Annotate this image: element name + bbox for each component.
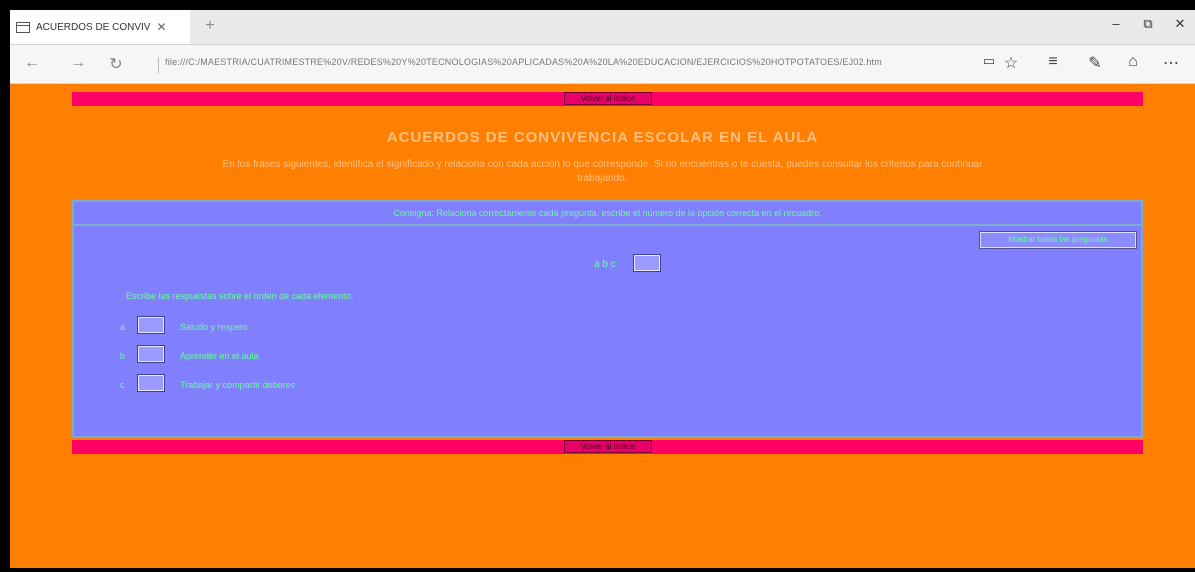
back-to-index-button-bottom[interactable]: Volver al índice bbox=[564, 440, 652, 453]
page-title: ACUERDOS DE CONVIVENCIA ESCOLAR EN EL AU… bbox=[386, 129, 819, 146]
show-all-button[interactable]: Mostrar todas las preguntas bbox=[979, 231, 1137, 249]
web-note-icon[interactable]: ✎ bbox=[1084, 53, 1106, 73]
option-text: Trabajar y compartir deberes bbox=[180, 380, 296, 390]
close-window-button[interactable]: ✕ bbox=[1170, 16, 1190, 32]
option-text: Aprender en el aula bbox=[180, 351, 259, 361]
back-arrow-icon[interactable]: ← bbox=[22, 54, 42, 72]
favorite-star-icon[interactable]: ☆ bbox=[1000, 53, 1022, 73]
reading-view-icon[interactable]: ▭ bbox=[978, 53, 1000, 69]
option-letter: a bbox=[120, 322, 126, 332]
url-field[interactable]: file:///C:/MAESTRIA/CUATRIMESTRE%20V/RED… bbox=[158, 57, 975, 73]
option-a-input[interactable] bbox=[137, 316, 165, 334]
intro-text: En los frases siguientes, identifica el … bbox=[70, 158, 1135, 186]
option-letter: b bbox=[120, 351, 126, 361]
address-bar: ← → ↻ file:///C:/MAESTRIA/CUATRIMESTRE%2… bbox=[10, 45, 1195, 84]
top-nav-bar: Volver al índice bbox=[72, 92, 1143, 106]
word-label: a b c bbox=[594, 259, 616, 270]
exercise-instruction: Escribe las respuestas sobre el orden de… bbox=[126, 291, 354, 301]
panel-instructions: Consigna: Relaciona correctamente cada p… bbox=[74, 202, 1141, 226]
page-content: Volver al índice ACUERDOS DE CONVIVENCIA… bbox=[10, 84, 1195, 568]
option-letter: c bbox=[120, 380, 125, 390]
option-b-input[interactable] bbox=[137, 345, 165, 363]
tab-close-icon[interactable]: ✕ bbox=[156, 20, 166, 34]
more-icon[interactable]: ⋯ bbox=[1160, 53, 1182, 73]
exercise-panel: Consigna: Relaciona correctamente cada p… bbox=[72, 200, 1143, 438]
bottom-nav-bar: Volver al índice bbox=[72, 440, 1143, 454]
refresh-icon[interactable]: ↻ bbox=[106, 54, 126, 74]
back-to-index-button-top[interactable]: Volver al índice bbox=[564, 92, 652, 105]
new-tab-button[interactable]: + bbox=[200, 17, 220, 35]
tab-active[interactable]: ACUERDOS DE CONVIV ✕ bbox=[10, 10, 190, 44]
intro-line-2: trabajando. bbox=[577, 173, 628, 184]
page-icon bbox=[16, 21, 30, 33]
forward-arrow-icon[interactable]: → bbox=[68, 54, 88, 72]
intro-line-1: En los frases siguientes, identifica el … bbox=[222, 159, 983, 170]
main-answer-input[interactable] bbox=[633, 254, 661, 272]
maximize-button[interactable]: ⧉ bbox=[1138, 16, 1158, 32]
share-icon[interactable]: ⌂ bbox=[1122, 53, 1144, 71]
option-text: Saludo y respeto bbox=[180, 322, 248, 332]
option-c-input[interactable] bbox=[137, 374, 165, 392]
minimize-button[interactable]: – bbox=[1106, 16, 1126, 31]
browser-window: ACUERDOS DE CONVIV ✕ + – ⧉ ✕ ← → ↻ file:… bbox=[10, 10, 1195, 568]
tab-title: ACUERDOS DE CONVIV bbox=[36, 21, 151, 33]
hub-icon[interactable]: ≡ bbox=[1042, 53, 1064, 71]
tab-bar: ACUERDOS DE CONVIV ✕ + – ⧉ ✕ bbox=[10, 10, 1195, 45]
